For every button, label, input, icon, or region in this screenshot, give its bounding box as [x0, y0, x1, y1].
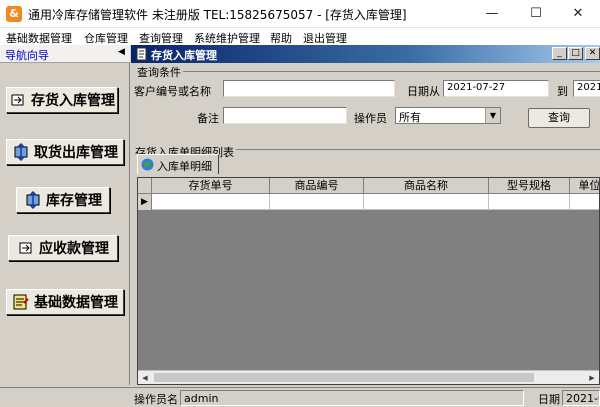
cell-model-spec[interactable] — [489, 194, 570, 210]
nav-basic-data-label: 基础数据管理 — [34, 295, 118, 311]
stock-in-icon — [9, 91, 27, 109]
col-product-code[interactable]: 商品编号 — [270, 178, 364, 194]
child-window-body: 查询条件 客户编号或名称 日期从 2021-07-27 到 2021- 备注 操… — [131, 63, 600, 385]
globe-icon — [141, 158, 154, 171]
date-to-input[interactable]: 2021- — [573, 80, 600, 97]
nav-stock-in-label: 存货入库管理 — [31, 93, 115, 109]
status-date-value: 2021-08 — [562, 390, 600, 406]
window-title-bar: & 通用冷库存储管理软件 未注册版 TEL:15825675057 - [存货入… — [0, 0, 600, 28]
scroll-right-icon[interactable]: ▶ — [585, 371, 599, 384]
nav-receivables-button[interactable]: 应收款管理 — [8, 235, 118, 261]
col-stock-number[interactable]: 存货单号 — [152, 178, 270, 194]
inventory-icon — [24, 191, 42, 209]
app-icon: & — [6, 6, 22, 22]
nav-inventory-button[interactable]: 库存管理 — [16, 187, 110, 213]
table-row[interactable]: ▶ — [138, 194, 599, 210]
status-bar: 操作员名 admin 日期 2021-08 — [0, 387, 600, 407]
query-group-title: 查询条件 — [135, 64, 183, 80]
status-operator-value: admin — [180, 390, 524, 406]
minimize-button[interactable]: — — [470, 0, 514, 28]
scroll-thumb[interactable] — [154, 373, 534, 382]
cell-unit[interactable] — [570, 194, 599, 210]
operator-select-value: 所有 — [399, 111, 421, 124]
tab-stock-in-detail[interactable]: 入库单明细 — [137, 154, 219, 174]
horizontal-scrollbar[interactable]: ◀ ▶ — [138, 370, 599, 384]
date-from-input[interactable]: 2021-07-27 — [443, 80, 549, 97]
cell-stock-number[interactable] — [152, 194, 270, 210]
close-button[interactable]: ✕ — [556, 0, 600, 28]
stock-out-icon — [12, 143, 30, 161]
dropdown-arrow-icon[interactable]: ▼ — [485, 108, 500, 123]
nav-title: 导航向导 — [5, 49, 49, 62]
receivables-icon — [17, 239, 35, 257]
maximize-button[interactable]: ☐ — [514, 0, 558, 28]
detail-grid: 存货单号 商品编号 商品名称 型号规格 单位 ▶ ◀ ▶ — [137, 177, 600, 385]
nav-inventory-label: 库存管理 — [46, 193, 102, 209]
menu-basic-data[interactable]: 基础数据管理 — [6, 30, 72, 46]
basic-data-icon — [12, 293, 30, 311]
remark-label: 备注 — [197, 112, 219, 125]
nav-panel: 存货入库管理 取货出库管理 库存管理 应收款管理 基础数据管理 — [0, 63, 130, 385]
nav-stock-out-label: 取货出库管理 — [34, 145, 118, 161]
query-button[interactable]: 查询 — [528, 108, 590, 128]
tab-label: 入库单明细 — [157, 160, 212, 173]
cell-product-code[interactable] — [270, 194, 364, 210]
child-close-button[interactable]: ✕ — [585, 47, 600, 60]
nav-header: 导航向导 ◀ — [0, 45, 130, 63]
grid-header: 存货单号 商品编号 商品名称 型号规格 单位 — [138, 178, 599, 194]
detail-list-group: 存货入库单明细列表 — [135, 144, 600, 160]
nav-stock-out-button[interactable]: 取货出库管理 — [6, 139, 124, 165]
col-unit[interactable]: 单位 — [570, 178, 599, 194]
child-maximize-button[interactable]: □ — [568, 47, 583, 60]
menu-query[interactable]: 查询管理 — [139, 30, 183, 46]
grid-corner — [138, 178, 152, 194]
menu-system[interactable]: 系统维护管理 — [194, 30, 260, 46]
window-title: 通用冷库存储管理软件 未注册版 TEL:15825675057 - [存货入库管… — [28, 8, 407, 22]
scroll-left-icon[interactable]: ◀ — [138, 371, 152, 384]
date-from-label: 日期从 — [407, 85, 440, 98]
col-model-spec[interactable]: 型号规格 — [489, 178, 570, 194]
cell-product-name[interactable] — [364, 194, 489, 210]
menu-help[interactable]: 帮助 — [270, 30, 292, 46]
menu-exit[interactable]: 退出管理 — [303, 30, 347, 46]
child-minimize-button[interactable]: _ — [552, 47, 567, 60]
col-product-name[interactable]: 商品名称 — [364, 178, 489, 194]
menu-bar: 基础数据管理 仓库管理 查询管理 系统维护管理 帮助 退出管理 — [0, 28, 600, 45]
operator-label: 操作员 — [354, 112, 387, 125]
child-window-title-bar: 存货入库管理 _ □ ✕ — [131, 45, 600, 63]
document-icon — [135, 47, 149, 61]
menu-warehouse[interactable]: 仓库管理 — [84, 30, 128, 46]
nav-basic-data-button[interactable]: 基础数据管理 — [6, 289, 124, 315]
status-date-label: 日期 — [538, 393, 560, 406]
status-operator-label: 操作员名 — [134, 393, 178, 406]
operator-select[interactable]: 所有 ▼ — [395, 107, 501, 124]
customer-label: 客户编号或名称 — [134, 85, 211, 98]
child-window-title: 存货入库管理 — [151, 49, 217, 62]
date-to-label: 到 — [557, 85, 568, 98]
customer-input[interactable] — [223, 80, 395, 97]
collapse-arrow-icon[interactable]: ◀ — [118, 47, 125, 57]
remark-input[interactable] — [223, 107, 347, 124]
nav-stock-in-button[interactable]: 存货入库管理 — [6, 87, 118, 113]
row-indicator-icon: ▶ — [138, 194, 152, 210]
nav-receivables-label: 应收款管理 — [39, 241, 109, 257]
